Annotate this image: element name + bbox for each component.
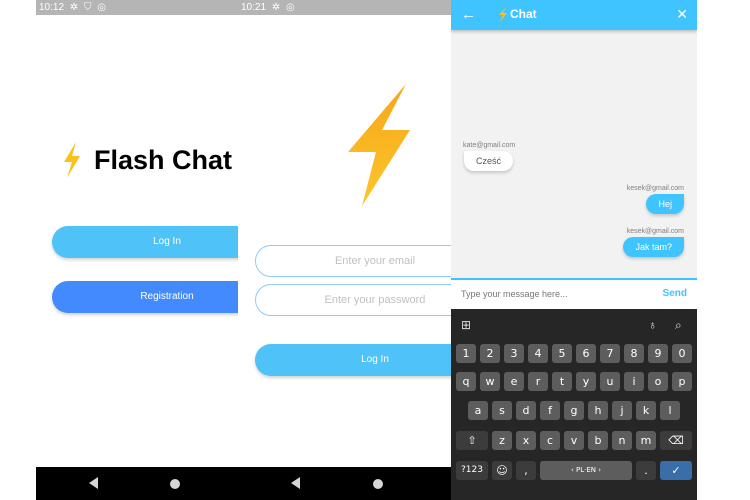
login-button[interactable]: Log In — [52, 226, 238, 258]
search-icon[interactable]: ⌕ — [675, 318, 682, 333]
key[interactable]: c — [540, 431, 560, 450]
emoji-key-icon[interactable]: ☺ — [492, 461, 512, 480]
key[interactable]: 1 — [456, 344, 476, 363]
bolt-logo-icon — [64, 142, 80, 178]
key[interactable]: 9 — [648, 344, 668, 363]
backspace-key-icon[interactable]: ⌫ — [660, 431, 692, 450]
message-bubble: Jak tam? — [623, 237, 684, 257]
key[interactable]: 6 — [576, 344, 596, 363]
message-sender: kesek@gmail.com — [626, 228, 684, 235]
app-bar: ← Chat ✕ — [451, 0, 697, 30]
status-time: 10:12 — [39, 2, 65, 13]
period-key[interactable]: . — [636, 461, 656, 480]
back-arrow-icon[interactable]: ← — [461, 6, 476, 23]
key[interactable]: y — [576, 372, 596, 391]
send-button[interactable]: Send — [663, 288, 687, 299]
status-time: 10:21 — [241, 2, 267, 13]
key[interactable]: 8 — [624, 344, 644, 363]
message-composer: Type your message here... Send — [451, 278, 697, 311]
key[interactable]: p — [672, 372, 692, 391]
app-title: Flash Chat — [94, 145, 233, 175]
enter-check-icon[interactable]: ✓ — [660, 461, 692, 480]
onscreen-keyboard: ⊞ ♁ ⌕ 1 2 3 4 5 6 7 8 9 0 q w e r t y u … — [451, 309, 697, 500]
password-input[interactable]: Enter your password — [255, 284, 451, 316]
key[interactable]: f — [540, 401, 560, 420]
nav-home-icon[interactable] — [170, 479, 180, 489]
bolt-icon — [499, 7, 507, 22]
status-bar: 10:21 ✲ ◎ — [238, 0, 451, 15]
close-icon[interactable]: ✕ — [676, 6, 688, 23]
shield-icon: ⛉ — [83, 2, 92, 13]
key[interactable]: b — [588, 431, 608, 450]
email-input[interactable]: Enter your email — [255, 245, 451, 277]
key[interactable]: t — [552, 372, 572, 391]
key[interactable]: w — [480, 372, 500, 391]
message-bubble: Cześć — [464, 151, 514, 171]
key[interactable]: s — [492, 401, 512, 420]
welcome-screen: 10:12 ✲ ⛉ ◎ Flash Chat Log In Registrati… — [36, 0, 238, 500]
key[interactable]: k — [636, 401, 656, 420]
key[interactable]: o — [648, 372, 668, 391]
comma-key[interactable]: , — [516, 461, 536, 480]
key[interactable]: 2 — [480, 344, 500, 363]
bolt-logo-icon — [348, 84, 410, 206]
navigation-bar — [238, 467, 451, 500]
status-bar: 10:12 ✲ ⛉ ◎ — [36, 0, 238, 15]
key[interactable]: q — [456, 372, 476, 391]
key[interactable]: x — [516, 431, 536, 450]
message-sender: kesek@gmail.com — [626, 185, 684, 192]
key[interactable]: m — [636, 431, 656, 450]
settings-icon: ✲ — [271, 2, 281, 13]
login-screen: 10:21 ✲ ◎ Enter your email Enter your pa… — [238, 0, 451, 500]
sync-icon: ◎ — [97, 2, 106, 13]
symbols-key[interactable]: ?123 — [456, 461, 488, 480]
key[interactable]: e — [504, 372, 524, 391]
key[interactable]: n — [612, 431, 632, 450]
sync-icon: ◎ — [285, 2, 295, 13]
key[interactable]: 0 — [672, 344, 692, 363]
key[interactable]: 4 — [528, 344, 548, 363]
message-sender: kate@gmail.com — [463, 142, 516, 149]
key[interactable]: v — [564, 431, 584, 450]
nav-home-icon[interactable] — [373, 479, 383, 489]
key[interactable]: i — [624, 372, 644, 391]
nav-back-icon[interactable] — [291, 477, 300, 489]
space-key[interactable]: ‹ PL·EN › — [540, 461, 632, 480]
key[interactable]: 5 — [552, 344, 572, 363]
key[interactable]: g — [564, 401, 584, 420]
chat-screen: ← Chat ✕ kate@gmail.com Cześć kesek@gmai… — [451, 0, 697, 500]
message-bubble: Hej — [646, 194, 684, 214]
key[interactable]: a — [468, 401, 488, 420]
key[interactable]: 7 — [600, 344, 620, 363]
apps-grid-icon[interactable]: ⊞ — [461, 318, 471, 332]
nav-back-icon[interactable] — [89, 477, 98, 489]
microphone-icon[interactable]: ♁ — [648, 318, 657, 332]
registration-button[interactable]: Registration — [52, 281, 238, 313]
settings-icon: ✲ — [69, 2, 79, 13]
message-input[interactable]: Type your message here... — [461, 289, 568, 299]
shift-key-icon[interactable]: ⇧ — [456, 431, 488, 450]
login-button[interactable]: Log In — [255, 344, 451, 376]
key[interactable]: h — [588, 401, 608, 420]
key[interactable]: j — [612, 401, 632, 420]
key[interactable]: l — [660, 401, 680, 420]
key[interactable]: d — [516, 401, 536, 420]
chat-title: Chat — [510, 7, 537, 21]
key[interactable]: z — [492, 431, 512, 450]
navigation-bar — [36, 467, 238, 500]
key[interactable]: u — [600, 372, 620, 391]
key[interactable]: 3 — [504, 344, 524, 363]
key[interactable]: r — [528, 372, 548, 391]
